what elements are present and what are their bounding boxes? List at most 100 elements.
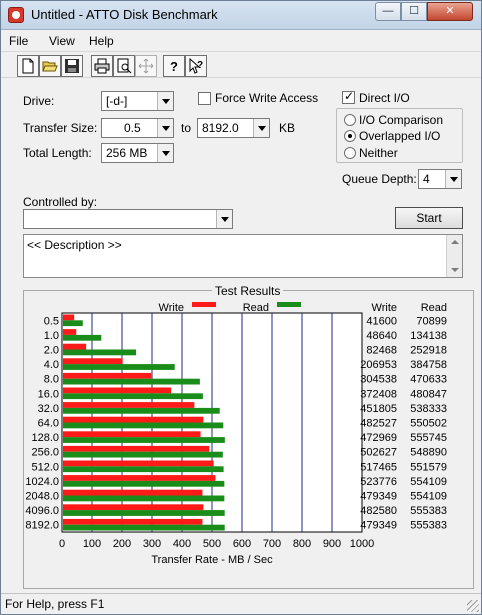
- controlled-by-select[interactable]: [23, 209, 233, 229]
- direct-io-checkbox[interactable]: [342, 89, 355, 104]
- window-title: Untitled - ATTO Disk Benchmark: [31, 7, 218, 22]
- write-value: 517465: [360, 461, 397, 473]
- x-tick-label: 400: [173, 538, 191, 550]
- read-value: 555745: [410, 432, 447, 444]
- read-bar: [63, 407, 220, 414]
- transfer-size-label: Transfer Size:: [23, 121, 98, 135]
- write-value: 206953: [360, 359, 397, 371]
- read-bar: [63, 378, 200, 385]
- y-tick-label: 4096.0: [25, 505, 59, 517]
- chevron-down-icon[interactable]: [445, 170, 461, 188]
- y-tick-label: 1.0: [44, 330, 59, 342]
- direct-io-label: Direct I/O: [359, 91, 410, 105]
- write-bar: [63, 314, 75, 321]
- write-value: 372408: [360, 388, 397, 400]
- results-chart: Write Read Write Read 0 100 200 300 400 500 600 700…: [25, 302, 447, 566]
- app-window: Untitled - ATTO Disk Benchmark — ☐ ✕ Fil…: [0, 0, 482, 615]
- read-value: 548890: [410, 447, 447, 459]
- queue-depth-select[interactable]: 4: [418, 169, 462, 189]
- read-bar: [63, 349, 137, 356]
- chevron-down-icon[interactable]: [216, 210, 232, 228]
- y-tick-label: 1024.0: [25, 476, 59, 488]
- overlapped-io-label: Overlapped I/O: [359, 129, 441, 143]
- x-tick-label: 0: [59, 538, 65, 550]
- menu-file[interactable]: File: [9, 34, 28, 48]
- menu-help[interactable]: Help: [89, 34, 114, 48]
- force-write-checkbox[interactable]: [198, 92, 211, 105]
- write-bar: [63, 416, 204, 423]
- read-value: 550502: [410, 418, 447, 430]
- transfer-size-from-select[interactable]: 0.5: [101, 118, 174, 138]
- scroll-down-icon[interactable]: [451, 268, 459, 272]
- write-bar: [63, 489, 203, 496]
- read-bar: [63, 495, 225, 502]
- print-icon[interactable]: [91, 55, 113, 77]
- description-box[interactable]: << Description >>: [23, 234, 463, 278]
- start-button[interactable]: Start: [395, 207, 463, 229]
- new-document-icon[interactable]: [17, 55, 39, 77]
- status-text: For Help, press F1: [5, 597, 105, 611]
- close-button[interactable]: ✕: [427, 2, 473, 21]
- radio-io-comparison[interactable]: [344, 114, 356, 126]
- x-tick-label: 500: [203, 538, 221, 550]
- radio-overlapped-io[interactable]: [344, 130, 356, 142]
- read-bar: [63, 466, 224, 473]
- radio-neither[interactable]: [344, 147, 356, 159]
- resize-grip-icon[interactable]: [467, 600, 479, 612]
- write-value: 48640: [366, 330, 397, 342]
- y-tick-label: 8.0: [44, 374, 59, 386]
- print-preview-icon[interactable]: [113, 55, 135, 77]
- x-tick-label: 300: [143, 538, 161, 550]
- open-folder-icon[interactable]: [39, 55, 61, 77]
- description-text: << Description >>: [27, 238, 122, 252]
- move-icon[interactable]: [135, 55, 157, 77]
- write-value: 482527: [360, 418, 397, 430]
- read-value: 134138: [410, 330, 447, 342]
- read-bar: [63, 422, 224, 429]
- total-length-select[interactable]: 256 MB: [101, 143, 174, 163]
- io-comparison-label: I/O Comparison: [359, 113, 444, 127]
- atto-app-icon[interactable]: [8, 7, 24, 23]
- read-value: 555383: [410, 520, 447, 532]
- title-bar[interactable]: Untitled - ATTO Disk Benchmark — ☐ ✕: [1, 1, 481, 30]
- drive-label: Drive:: [23, 94, 55, 108]
- y-tick-label: 8192.0: [25, 520, 59, 532]
- maximize-button[interactable]: ☐: [401, 2, 427, 21]
- y-tick-label: 16.0: [38, 388, 59, 400]
- force-write-label: Force Write Access: [215, 91, 319, 105]
- read-value: 555383: [410, 505, 447, 517]
- chevron-down-icon[interactable]: [157, 92, 173, 110]
- controlled-by-label: Controlled by:: [23, 195, 98, 209]
- context-help-icon[interactable]: ?: [185, 55, 207, 77]
- y-tick-label: 64.0: [38, 418, 59, 430]
- write-bar: [63, 460, 214, 467]
- read-value: 538333: [410, 403, 447, 415]
- read-value: 384758: [410, 359, 447, 371]
- read-value: 551579: [410, 461, 447, 473]
- x-tick-label: 100: [83, 538, 101, 550]
- write-value: 479349: [360, 491, 397, 503]
- y-tick-label: 32.0: [38, 403, 59, 415]
- write-bar: [63, 329, 77, 335]
- chevron-down-icon[interactable]: [157, 119, 173, 137]
- read-bar: [63, 334, 102, 341]
- transfer-size-to-select[interactable]: 8192.0: [197, 118, 270, 138]
- write-value: 482580: [360, 505, 397, 517]
- chevron-down-icon[interactable]: [157, 144, 173, 162]
- help-icon[interactable]: ?: [163, 55, 185, 77]
- menu-bar: File View Help: [1, 31, 481, 51]
- menu-view[interactable]: View: [49, 34, 75, 48]
- x-tick-label: 1000: [350, 538, 374, 550]
- drive-select[interactable]: [-d-]: [101, 91, 174, 111]
- test-results-group: Test Results Write Read Write Read 0 100 200 30…: [23, 284, 474, 589]
- save-icon[interactable]: [61, 55, 83, 77]
- read-bar: [63, 524, 225, 531]
- read-bar: [63, 320, 83, 327]
- write-bar: [63, 504, 204, 511]
- x-tick-label: 800: [293, 538, 311, 550]
- scroll-up-icon[interactable]: [451, 240, 459, 244]
- description-scrollbar[interactable]: [446, 235, 462, 277]
- to-label: to: [181, 121, 192, 135]
- minimize-button[interactable]: —: [375, 2, 401, 21]
- chevron-down-icon[interactable]: [253, 119, 269, 137]
